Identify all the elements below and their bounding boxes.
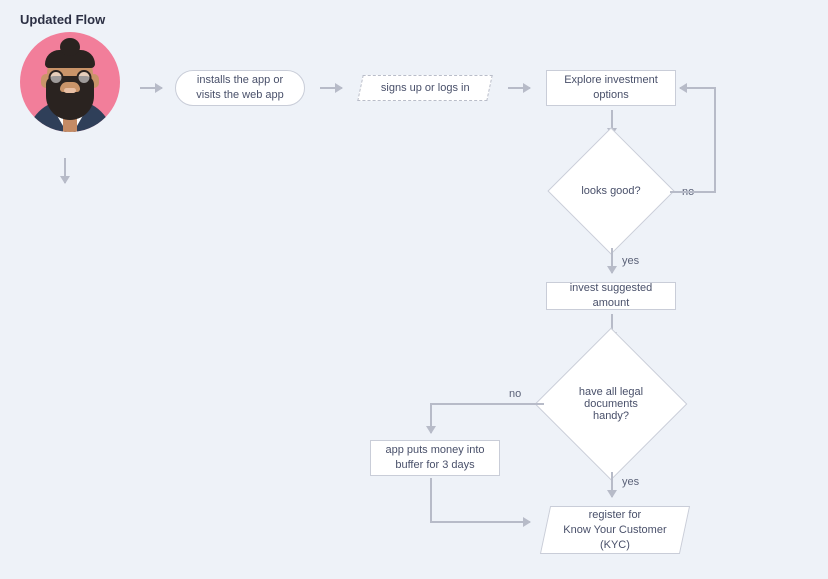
node-kyc: register for Know Your Customer (KYC) [540,506,690,554]
node-buffer: app puts money into buffer for 3 days [370,440,500,476]
node-kyc-text: register for Know Your Customer (KYC) [556,508,674,553]
node-decision-looks-good: looks good? [566,146,656,236]
node-signup: signs up or logs in [357,75,493,101]
node-install: installs the app or visits the web app [175,70,305,106]
edge-looksgood-no-h1 [670,191,716,193]
edge-legal-no-into-buffer [430,403,432,433]
node-invest: invest suggested amount [546,282,676,310]
edge-looksgood-no-v [714,88,716,193]
label-yes-1: yes [622,255,639,267]
node-signup-text: signs up or logs in [381,81,470,96]
edge-looksgood-no-into-explore [680,87,716,89]
arrow-avatar-to-install [140,87,162,89]
arrow-avatar-continuation [64,158,66,183]
node-explore-text: Explore investment options [557,73,665,103]
edge-buffer-to-kyc-v [430,478,432,522]
label-no-2: no [509,388,521,400]
node-invest-text: invest suggested amount [557,281,665,311]
arrow-signup-to-explore [508,87,530,89]
node-decision-legal-docs: have all legal documents handy? [557,350,665,458]
node-decision-legal-docs-text: have all legal documents handy? [557,350,665,458]
edge-legal-no-h [430,403,544,405]
arrow-decision-to-invest [611,248,613,273]
diagram-title: Updated Flow [20,12,105,27]
node-buffer-text: app puts money into buffer for 3 days [381,443,489,473]
node-decision-looks-good-text: looks good? [566,146,656,236]
arrow-install-to-signup [320,87,342,89]
node-install-text: installs the app or visits the web app [186,73,294,103]
label-yes-2: yes [622,476,639,488]
edge-buffer-to-kyc-h [430,521,530,523]
arrow-legal-yes-to-kyc [611,472,613,497]
user-avatar [20,32,120,132]
node-explore: Explore investment options [546,70,676,106]
